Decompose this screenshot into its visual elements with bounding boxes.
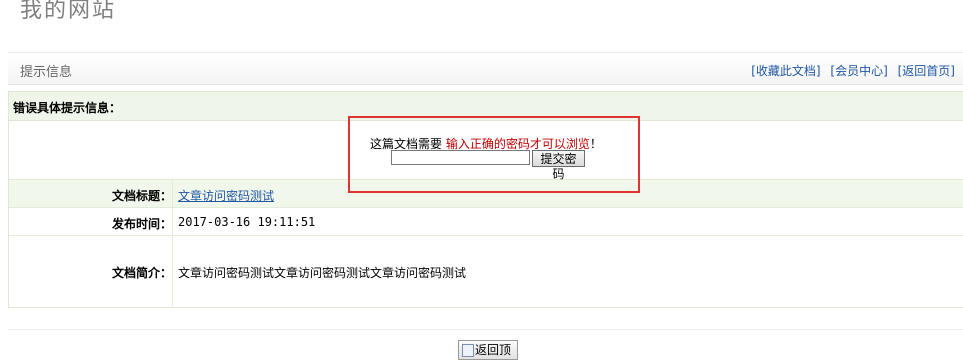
prompt-end: ！ (589, 137, 602, 151)
row-label: 文档标题： (111, 189, 172, 203)
page-icon (462, 344, 474, 357)
panel-heading-text: 错误具体提示信息： (13, 101, 122, 115)
back-to-top-button[interactable]: 返回顶 (458, 340, 518, 360)
prompt-text: 这篇文档需要 (370, 137, 446, 151)
article-title-link[interactable]: 文章访问密码测试 (178, 189, 274, 203)
site-title: 我的网站 (20, 0, 117, 23)
password-input[interactable] (391, 150, 530, 165)
prompt-warning: 输入正确的密码才可以浏览 (445, 137, 590, 151)
divider (8, 329, 963, 330)
password-area: 这篇文档需要 输入正确的密码才可以浏览！ 提交密码 (9, 121, 963, 181)
article-summary: 文章访问密码测试文章访问密码测试文章访问密码测试 (178, 266, 467, 280)
submit-password-button[interactable]: 提交密码 (532, 150, 585, 181)
column-divider (172, 180, 173, 306)
panel-heading: 错误具体提示信息： (9, 92, 963, 121)
bookmark-link[interactable]: [收藏此文档] (751, 64, 820, 78)
table-row: 文档标题： 文章访问密码测试 (9, 180, 963, 208)
breadcrumb-title: 提示信息 (20, 65, 73, 80)
row-label: 文档简介： (111, 266, 172, 280)
home-link[interactable]: [返回首页] (898, 64, 955, 78)
breadcrumb-bar: 提示信息 [收藏此文档] [会员中心] [返回首页] (8, 55, 963, 85)
row-label: 发布时间： (111, 217, 172, 231)
divider (8, 52, 963, 53)
table-row: 发布时间： 2017-03-16 19:11:51 (9, 208, 963, 236)
publish-time: 2017-03-16 19:11:51 (178, 215, 316, 229)
error-panel: 错误具体提示信息： 这篇文档需要 输入正确的密码才可以浏览！ 提交密码 文档标题… (8, 91, 963, 308)
table-row: 文档简介： 文章访问密码测试文章访问密码测试文章访问密码测试 (9, 236, 963, 306)
breadcrumb-links: [收藏此文档] [会员中心] [返回首页] (745, 62, 955, 79)
member-center-link[interactable]: [会员中心] (830, 64, 887, 78)
back-to-top-label: 返回顶 (475, 343, 512, 357)
